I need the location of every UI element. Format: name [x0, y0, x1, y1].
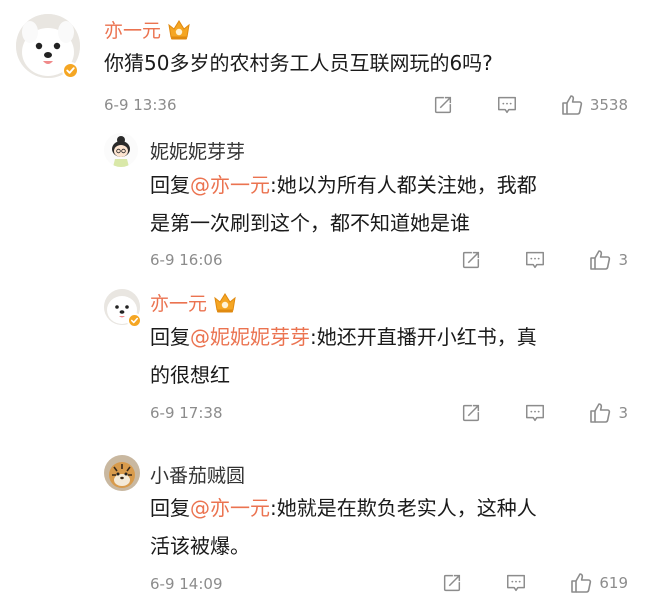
comment-body: :她以为所有人都关注她，我都: [270, 173, 537, 197]
reply-comment: 小番茄贼圆 回复@亦一元:她就是在欺负老实人，这种人 活该被爆。 6-9 14:…: [0, 445, 650, 601]
reply-comment: 妮妮妮芽芽 回复@亦一元:她以为所有人都关注她，我都 是第一次刷到这个，都不知道…: [0, 125, 650, 285]
reply-prefix: 回复: [150, 496, 190, 520]
comment-icon: [524, 402, 546, 424]
like-count: 3: [618, 251, 628, 269]
avatar[interactable]: [104, 133, 138, 167]
action-bar: 619: [441, 571, 628, 595]
comment-line-2: 是第一次刷到这个，都不知道她是谁: [150, 211, 470, 235]
action-bar: 3: [460, 401, 628, 425]
verified-badge-icon: [127, 313, 142, 328]
verified-badge-icon: [62, 62, 79, 79]
mention-link[interactable]: @亦一元: [190, 173, 270, 197]
username-text[interactable]: 妮妮妮芽芽: [150, 141, 245, 163]
like-button[interactable]: 3: [588, 248, 628, 272]
username[interactable]: 小番茄贼圆: [150, 461, 245, 488]
reply-button[interactable]: [505, 572, 527, 594]
mention-link[interactable]: @妮妮妮芽芽: [190, 325, 310, 349]
username[interactable]: 亦一元: [104, 16, 191, 43]
share-button[interactable]: [460, 249, 482, 271]
like-count: 3: [618, 404, 628, 422]
share-icon: [460, 402, 482, 424]
avatar-tiger-image: [104, 455, 140, 491]
reply-prefix: 回复: [150, 173, 190, 197]
share-button[interactable]: [432, 94, 454, 116]
avatar-cartoon-girl-image: [104, 133, 138, 167]
reply-button[interactable]: [524, 249, 546, 271]
action-bar: 3: [460, 248, 628, 272]
like-count: 619: [599, 574, 628, 592]
timestamp: 6-9 14:09: [150, 575, 223, 593]
share-icon: [441, 572, 463, 594]
timestamp: 6-9 17:38: [150, 404, 223, 422]
avatar[interactable]: [104, 455, 140, 491]
comment-top-level: 亦一元 你猜50多岁的农村务工人员互联网玩的6吗? 6-9 13:36 3538: [0, 0, 650, 125]
comment-line-1: 回复@亦一元:她就是在欺负老实人，这种人: [150, 489, 537, 527]
thumbs-up-icon: [588, 248, 612, 272]
reply-button[interactable]: [524, 402, 546, 424]
username-text[interactable]: 小番茄贼圆: [150, 465, 245, 487]
share-button[interactable]: [460, 402, 482, 424]
reply-button[interactable]: [496, 94, 518, 116]
thumbs-up-icon: [569, 571, 593, 595]
share-button[interactable]: [441, 572, 463, 594]
comment-body: :她就是在欺负老实人，这种人: [270, 496, 537, 520]
thumbs-up-icon: [588, 401, 612, 425]
timestamp: 6-9 13:36: [104, 96, 177, 114]
comment-icon: [496, 94, 518, 116]
share-icon: [460, 249, 482, 271]
comment-line-1: 回复@亦一元:她以为所有人都关注她，我都: [150, 166, 537, 204]
vip-crown-icon: [213, 291, 237, 313]
comment-text: 回复@亦一元:她以为所有人都关注她，我都 是第一次刷到这个，都不知道她是谁: [150, 166, 537, 242]
like-count: 3538: [589, 96, 628, 114]
thumbs-up-icon: [560, 93, 584, 117]
username-text[interactable]: 亦一元: [104, 20, 161, 42]
username[interactable]: 妮妮妮芽芽: [150, 137, 245, 164]
action-bar: 3538: [432, 93, 628, 117]
comment-text: 回复@妮妮妮芽芽:她还开直播开小红书，真 的很想红: [150, 318, 537, 394]
mention-link[interactable]: @亦一元: [190, 496, 270, 520]
comment-icon: [524, 249, 546, 271]
comment-line-1: 回复@妮妮妮芽芽:她还开直播开小红书，真: [150, 318, 537, 356]
comment-body: :她还开直播开小红书，真: [310, 325, 537, 349]
like-button[interactable]: 619: [569, 571, 628, 595]
comment-line-2: 活该被爆。: [150, 534, 250, 558]
comment-line-2: 的很想红: [150, 363, 230, 387]
comment-text: 你猜50多岁的农村务工人员互联网玩的6吗?: [104, 44, 493, 82]
reply-comment: 亦一元 回复@妮妮妮芽芽:她还开直播开小红书，真 的很想红 6-9 17:38 …: [0, 285, 650, 445]
like-button[interactable]: 3538: [560, 93, 628, 117]
username-text[interactable]: 亦一元: [150, 293, 207, 315]
like-button[interactable]: 3: [588, 401, 628, 425]
reply-prefix: 回复: [150, 325, 190, 349]
timestamp: 6-9 16:06: [150, 251, 223, 269]
vip-crown-icon: [167, 18, 191, 40]
comment-text: 回复@亦一元:她就是在欺负老实人，这种人 活该被爆。: [150, 489, 537, 565]
username[interactable]: 亦一元: [150, 289, 237, 316]
comment-icon: [505, 572, 527, 594]
share-icon: [432, 94, 454, 116]
comment-body: 你猜50多岁的农村务工人员互联网玩的6吗?: [104, 51, 493, 75]
